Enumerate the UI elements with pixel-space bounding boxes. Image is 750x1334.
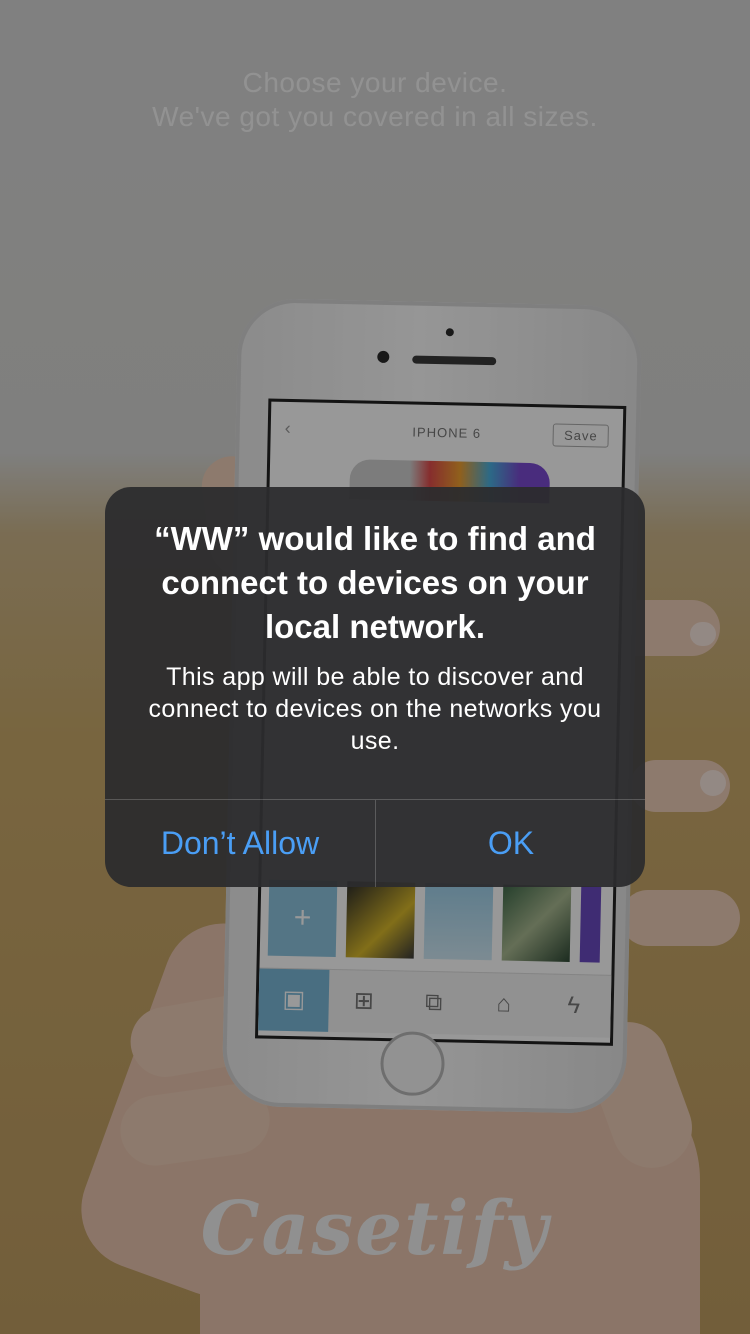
- ok-button[interactable]: OK: [376, 800, 645, 887]
- alert-message: This app will be able to discover and co…: [148, 663, 602, 755]
- dont-allow-button[interactable]: Don’t Allow: [105, 800, 375, 887]
- alert-title: “WW” would like to find and connect to d…: [154, 520, 596, 645]
- onboarding-screen: Choose your device. We've got you covere…: [0, 0, 750, 1334]
- local-network-permission-alert: “WW” would like to find and connect to d…: [105, 487, 645, 887]
